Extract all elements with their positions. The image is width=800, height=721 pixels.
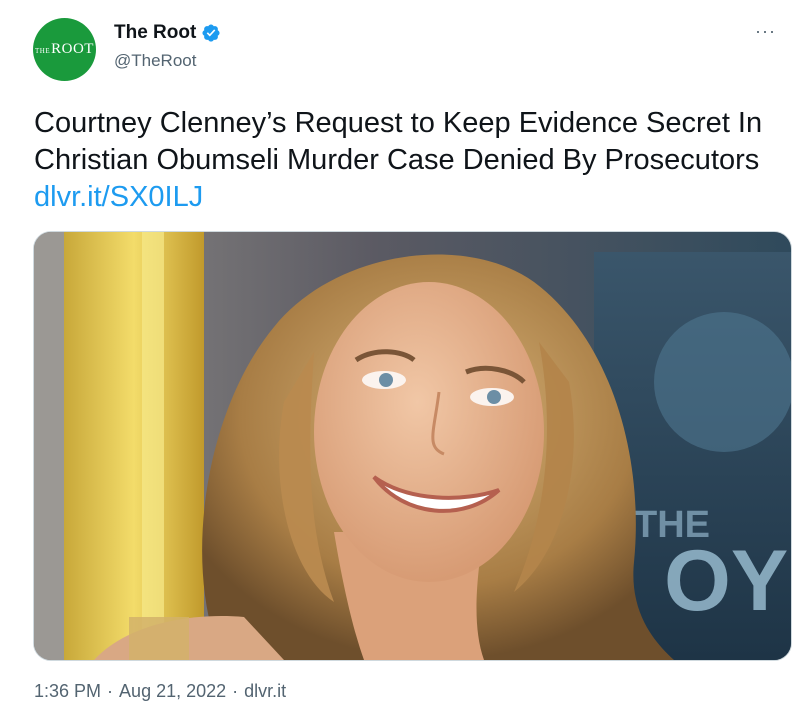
meta-separator: · bbox=[107, 681, 114, 701]
more-options-icon[interactable]: ··· bbox=[755, 22, 776, 40]
tweet-time[interactable]: 1:36 PM bbox=[34, 681, 101, 701]
tweet-text: Courtney Clenney’s Request to Keep Evide… bbox=[34, 105, 784, 216]
tweet-link[interactable]: dlvr.it/SX0ILJ bbox=[34, 181, 203, 213]
photo-dress-sparkle bbox=[129, 617, 189, 660]
tweet-date[interactable]: Aug 21, 2022 bbox=[119, 681, 226, 701]
photo-iris-right bbox=[487, 390, 501, 404]
avatar-logo: THE ROOT bbox=[35, 41, 94, 58]
author-handle[interactable]: @TheRoot bbox=[114, 51, 196, 71]
tweet-body: Courtney Clenney’s Request to Keep Evide… bbox=[34, 107, 763, 176]
photo-iris-left bbox=[379, 373, 393, 387]
tweet-meta: 1:36 PM · Aug 21, 2022 · dlvr.it bbox=[34, 681, 286, 702]
photo-poster-glow bbox=[654, 312, 791, 452]
avatar-logo-small: THE bbox=[35, 47, 51, 55]
meta-separator: · bbox=[232, 681, 239, 701]
photo-face bbox=[314, 282, 544, 582]
tweet-source[interactable]: dlvr.it bbox=[244, 681, 286, 701]
avatar-logo-text: ROOT bbox=[51, 41, 94, 57]
verified-badge-icon bbox=[201, 23, 221, 43]
avatar[interactable]: THE ROOT bbox=[33, 18, 96, 81]
author-name-row: The Root bbox=[114, 22, 221, 44]
tweet-card: THE ROOT The Root @TheRoot ··· Courtney … bbox=[0, 0, 800, 721]
tweet-media-photo[interactable]: THE OY bbox=[33, 231, 792, 661]
photo-gold-highlight bbox=[142, 232, 164, 660]
author-display-name[interactable]: The Root bbox=[114, 22, 196, 44]
photo-gold-column bbox=[64, 232, 204, 660]
photo-left-strip bbox=[34, 232, 64, 660]
photo-poster-text-2: OY bbox=[664, 533, 788, 629]
